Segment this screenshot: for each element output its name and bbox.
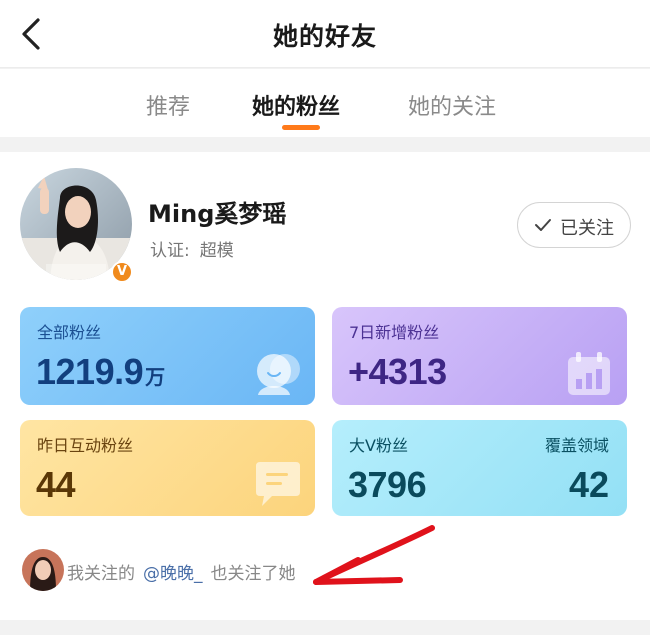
fans-icon bbox=[252, 349, 306, 403]
stat-interact-yesterday-value: 44 bbox=[36, 464, 76, 505]
stat-bigv-fans[interactable]: 大V粉丝 3796 覆盖领域 42 bbox=[332, 420, 627, 516]
verify-value: 超模 bbox=[199, 241, 234, 261]
bottom-divider bbox=[0, 620, 650, 635]
check-icon bbox=[534, 216, 552, 239]
page-title: 她的好友 bbox=[272, 22, 377, 51]
calendar-chart-icon bbox=[566, 351, 612, 401]
tab-her-following[interactable]: 她的关注 bbox=[408, 89, 496, 121]
verified-badge: V bbox=[111, 261, 133, 283]
mutual-avatar bbox=[22, 549, 64, 591]
verify-label: 认证: bbox=[150, 241, 190, 261]
mutual-suffix: 也关注了她 bbox=[210, 564, 296, 584]
stat-new-7d[interactable]: 7日新增粉丝 +4313 bbox=[332, 307, 627, 405]
active-tab-indicator bbox=[282, 125, 320, 130]
followed-button[interactable]: 已关注 bbox=[517, 202, 631, 248]
stat-all-fans-label: 全部粉丝 bbox=[37, 323, 102, 342]
stat-all-fans[interactable]: 全部粉丝 1219.9 万 bbox=[20, 307, 315, 405]
annotation-arrow bbox=[300, 508, 440, 598]
verification-text: 认证: 超模 bbox=[150, 236, 234, 261]
top-nav-bar: 她的好友 bbox=[0, 0, 650, 68]
stat-interact-yesterday-label: 昨日互动粉丝 bbox=[37, 436, 134, 455]
mutual-prefix: 我关注的 bbox=[67, 564, 135, 584]
chat-icon bbox=[252, 460, 304, 512]
mutual-mention-link[interactable]: @晚晚_ bbox=[143, 564, 203, 584]
stat-interact-yesterday[interactable]: 昨日互动粉丝 44 bbox=[20, 420, 315, 516]
user-name: Ming奚梦瑶 bbox=[148, 200, 287, 228]
tab-her-fans[interactable]: 她的粉丝 bbox=[252, 89, 340, 121]
stat-all-fans-value: 1219.9 万 bbox=[36, 351, 165, 393]
tab-recommend[interactable]: 推荐 bbox=[146, 89, 190, 121]
stat-new-7d-label: 7日新增粉丝 bbox=[349, 323, 440, 342]
stat-new-7d-value: +4313 bbox=[348, 351, 447, 392]
stat-all-fans-number: 1219.9 bbox=[36, 351, 144, 392]
followed-button-label: 已关注 bbox=[560, 218, 614, 239]
mutual-text: 我关注的 @晚晚_ 也关注了她 bbox=[67, 559, 296, 584]
stat-domains-label: 覆盖领域 bbox=[544, 436, 609, 455]
tab-bar: 推荐 她的粉丝 她的关注 bbox=[0, 69, 650, 137]
stat-all-fans-unit: 万 bbox=[145, 367, 165, 389]
stat-bigv-label: 大V粉丝 bbox=[349, 436, 408, 455]
stat-domains-value: 42 bbox=[568, 464, 609, 505]
stat-bigv-value: 3796 bbox=[348, 464, 427, 505]
